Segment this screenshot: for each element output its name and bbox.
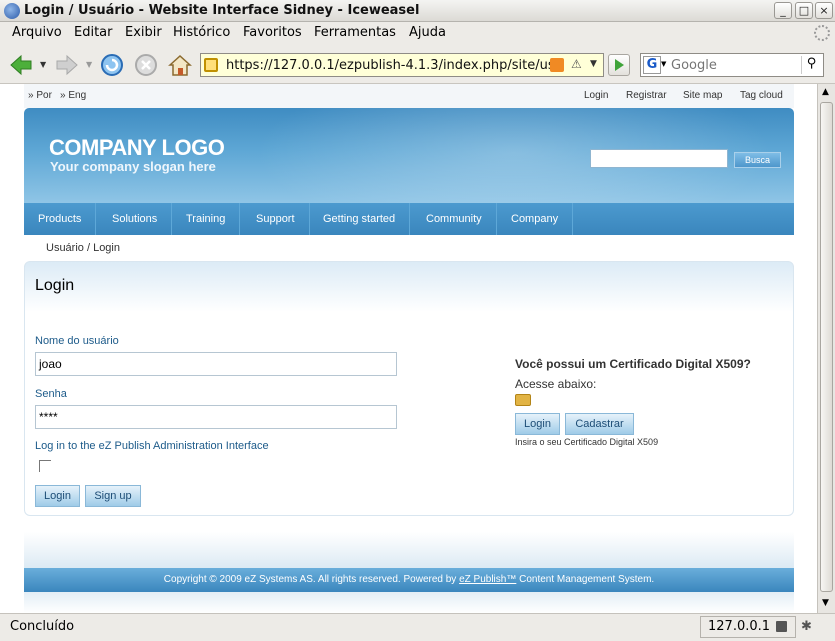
- nav-getting-started[interactable]: Getting started: [309, 203, 411, 235]
- window-title: Login / Usuário - Website Interface Sidn…: [24, 3, 420, 18]
- certificate-heading-bold: Você possui um Certificado Digital X509?: [515, 357, 751, 371]
- nav-products[interactable]: Products: [24, 203, 97, 235]
- main-navigation: Products Solutions Training Support Gett…: [24, 203, 794, 235]
- footer-bottom-decoration: [24, 592, 794, 613]
- google-engine-icon[interactable]: G: [643, 56, 661, 74]
- certificate-register-button[interactable]: Cadastrar: [565, 413, 634, 435]
- certificate-heading-rest: Acesse abaixo:: [515, 377, 597, 391]
- status-text: Concluído: [10, 619, 75, 634]
- toplink-login[interactable]: Login: [584, 90, 608, 101]
- username-input[interactable]: joao: [35, 352, 397, 376]
- toplink-sitemap[interactable]: Site map: [683, 90, 722, 101]
- menu-historico[interactable]: Histórico: [173, 25, 230, 40]
- web-search-input[interactable]: [671, 57, 797, 74]
- footer-decoration: [24, 532, 794, 568]
- status-host: 127.0.0.1: [708, 619, 771, 634]
- footer-ezpublish-link[interactable]: eZ Publish™: [459, 574, 516, 585]
- status-lock-icon[interactable]: [776, 621, 787, 632]
- home-icon[interactable]: [167, 52, 193, 78]
- window-titlebar: Login / Usuário - Website Interface Sidn…: [0, 0, 835, 22]
- menu-ajuda[interactable]: Ajuda: [409, 25, 446, 40]
- url-bar[interactable]: https://127.0.0.1/ezpublish-4.1.3/index.…: [200, 53, 604, 77]
- scroll-thumb[interactable]: [820, 102, 833, 592]
- forward-dropdown-icon[interactable]: ▼: [86, 60, 92, 69]
- throbber-icon: [814, 25, 830, 41]
- status-bar: Concluído 127.0.0.1 ✱: [0, 613, 835, 641]
- password-label: Senha: [35, 388, 67, 400]
- password-input[interactable]: ****: [35, 405, 397, 429]
- maximize-button[interactable]: □: [795, 2, 813, 19]
- app-icon: [4, 3, 20, 19]
- nav-solutions[interactable]: Solutions: [98, 203, 173, 235]
- menu-ferramentas[interactable]: Ferramentas: [314, 25, 396, 40]
- page-title: Login: [35, 277, 75, 294]
- company-slogan: Your company slogan here: [50, 159, 216, 174]
- status-bug-icon[interactable]: ✱: [801, 619, 812, 634]
- language-eng-label[interactable]: Eng: [68, 90, 86, 101]
- company-logo[interactable]: COMPANY LOGO: [49, 135, 225, 161]
- language-por[interactable]: » Por: [28, 90, 52, 101]
- page-viewport: » Por » Eng Login Registrar Site map Tag…: [0, 84, 817, 613]
- stop-icon[interactable]: [133, 52, 159, 78]
- certificate-login-button[interactable]: Login: [515, 413, 560, 435]
- menu-favoritos[interactable]: Favoritos: [243, 25, 302, 40]
- lock-icon: [204, 58, 218, 72]
- web-page: » Por » Eng Login Registrar Site map Tag…: [24, 84, 794, 613]
- back-icon[interactable]: [8, 52, 34, 78]
- menu-bar: Arquivo Editar Exibir Histórico Favorito…: [0, 22, 835, 44]
- nav-community[interactable]: Community: [412, 203, 497, 235]
- web-search-box: G ▼ ⚲: [640, 53, 824, 77]
- forward-icon[interactable]: [54, 52, 80, 78]
- page-info-icon[interactable]: ⚠: [571, 57, 582, 71]
- nav-training[interactable]: Training: [172, 203, 241, 235]
- footer-cms: Content Management System.: [516, 574, 655, 585]
- footer-copyright: Copyright © 2009 eZ Systems AS. All righ…: [163, 574, 460, 585]
- menu-exibir[interactable]: Exibir: [125, 25, 162, 40]
- vertical-scrollbar[interactable]: ▲ ▼: [817, 84, 835, 613]
- minimize-button[interactable]: _: [774, 2, 792, 19]
- certificate-heading: Você possui um Certificado Digital X509?…: [515, 354, 755, 394]
- login-panel: Login Nome do usuário joao Senha **** Lo…: [24, 261, 794, 516]
- reload-icon[interactable]: [99, 52, 125, 78]
- nav-company[interactable]: Company: [497, 203, 574, 235]
- close-button[interactable]: ×: [815, 2, 833, 19]
- language-eng[interactable]: » Eng: [60, 90, 86, 101]
- certificate-note: Insira o seu Certificado Digital X509: [515, 437, 659, 447]
- menu-editar[interactable]: Editar: [74, 25, 113, 40]
- username-label: Nome do usuário: [35, 335, 119, 347]
- scroll-up-icon[interactable]: ▲: [822, 87, 829, 97]
- site-footer: Copyright © 2009 eZ Systems AS. All righ…: [24, 568, 794, 592]
- go-arrow-icon: [615, 59, 624, 71]
- engine-dropdown-icon[interactable]: ▼: [661, 60, 666, 68]
- breadcrumb: Usuário / Login: [46, 242, 120, 254]
- admin-interface-checkbox[interactable]: [39, 460, 51, 472]
- scroll-down-icon[interactable]: ▼: [822, 598, 829, 608]
- site-search-input[interactable]: [590, 149, 728, 168]
- url-dropdown-icon[interactable]: ▼: [590, 59, 597, 69]
- login-button[interactable]: Login: [35, 485, 80, 507]
- admin-interface-label: Log in to the eZ Publish Administration …: [35, 440, 269, 452]
- language-por-label[interactable]: Por: [36, 90, 52, 101]
- top-bar: » Por » Eng Login Registrar Site map Tag…: [24, 84, 794, 108]
- menu-arquivo[interactable]: Arquivo: [12, 25, 62, 40]
- site-search-button[interactable]: Busca: [734, 152, 781, 168]
- signup-button[interactable]: Sign up: [85, 485, 141, 507]
- back-dropdown-icon[interactable]: ▼: [40, 60, 46, 69]
- go-button[interactable]: [608, 54, 630, 76]
- magnifier-icon[interactable]: ⚲: [801, 56, 821, 74]
- toplink-tagcloud[interactable]: Tag cloud: [740, 90, 783, 101]
- toplink-registrar[interactable]: Registrar: [626, 90, 667, 101]
- rss-icon[interactable]: [550, 58, 564, 72]
- url-text[interactable]: https://127.0.0.1/ezpublish-4.1.3/index.…: [226, 58, 555, 73]
- smart-card-icon: [515, 394, 531, 406]
- site-header: COMPANY LOGO Your company slogan here Bu…: [24, 108, 794, 203]
- nav-support[interactable]: Support: [242, 203, 310, 235]
